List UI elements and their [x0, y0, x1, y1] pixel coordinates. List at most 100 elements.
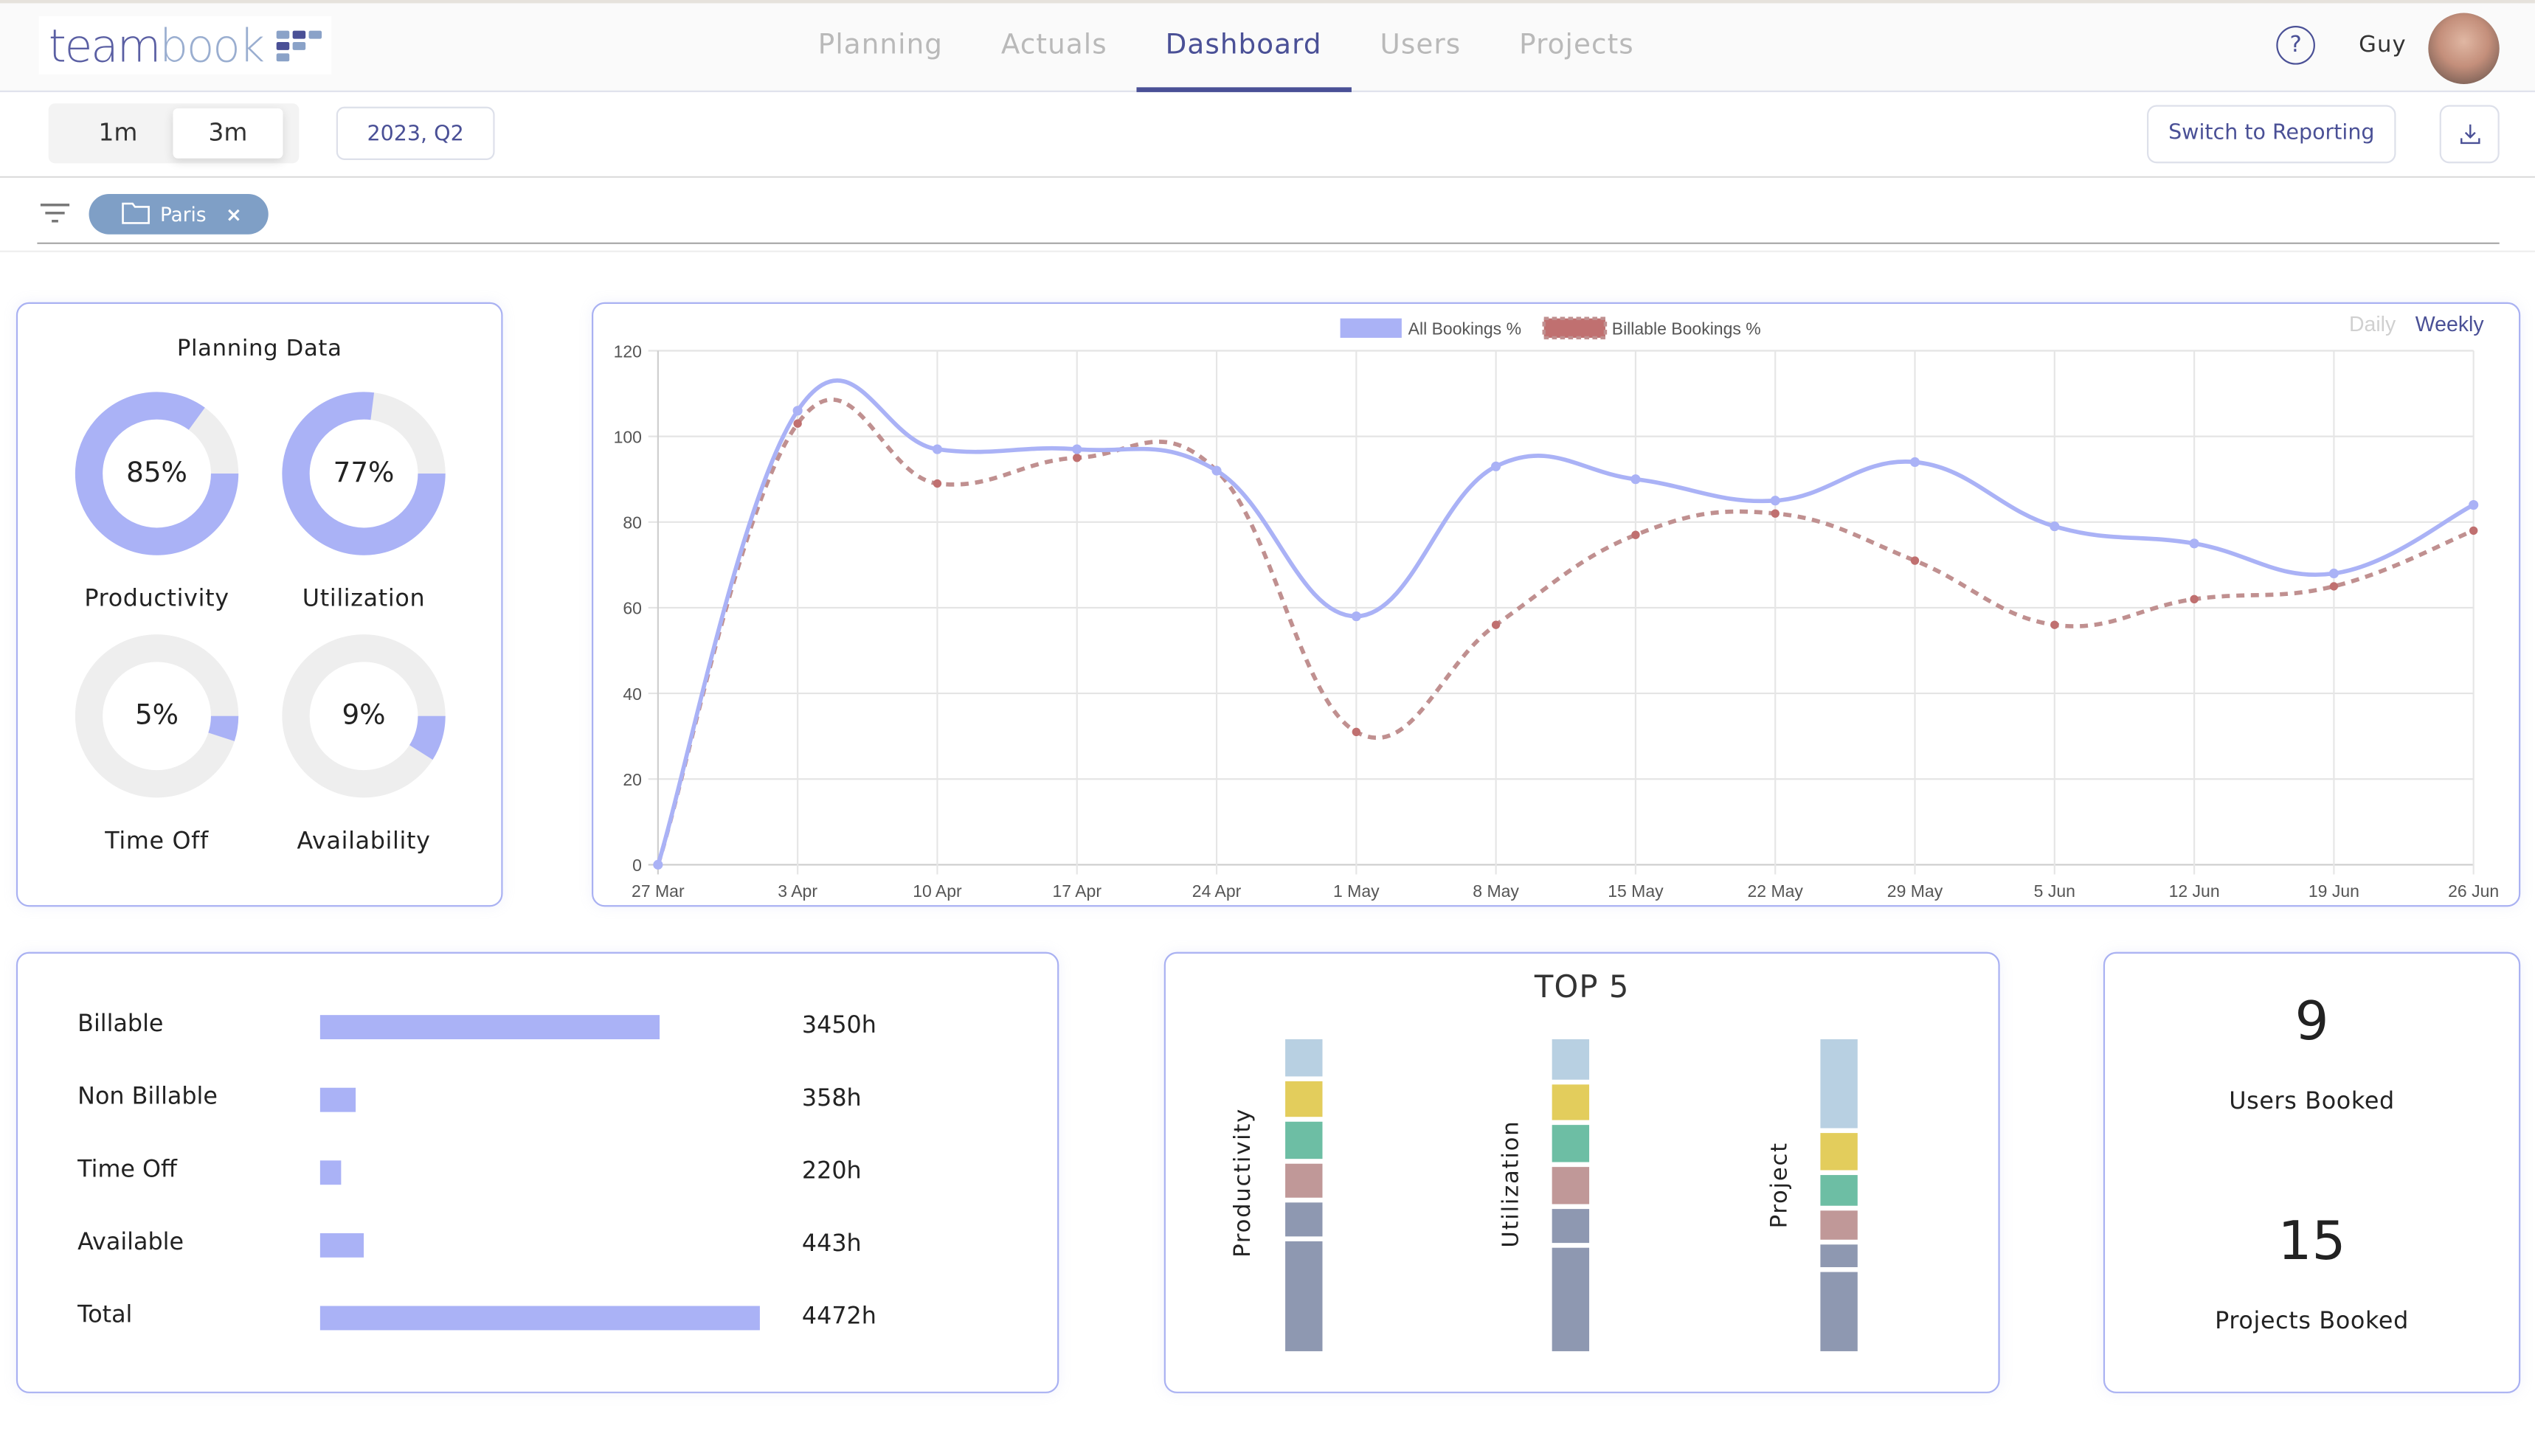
- data-point-billable-bookings[interactable]: [1910, 556, 1920, 565]
- logo-mark-icon: [276, 30, 322, 61]
- data-point-billable-bookings[interactable]: [2469, 526, 2478, 535]
- y-tick-label: 40: [623, 684, 642, 704]
- donut-availability-label: Availability: [297, 829, 431, 856]
- hours-label-billable: Billable: [77, 1011, 164, 1038]
- y-tick-label: 80: [623, 513, 642, 533]
- data-point-all-bookings[interactable]: [1351, 611, 1361, 622]
- top5-productivity-segment[interactable]: [1285, 1122, 1323, 1159]
- nav-tab-projects[interactable]: Projects: [1490, 0, 1664, 92]
- filter-icon[interactable]: [40, 202, 70, 225]
- data-point-all-bookings[interactable]: [1770, 496, 1780, 506]
- data-point-all-bookings[interactable]: [653, 859, 663, 870]
- data-point-all-bookings[interactable]: [932, 444, 943, 454]
- hours-bar-available: [319, 1233, 364, 1258]
- top5-label-project: Project: [1767, 1142, 1794, 1229]
- data-point-billable-bookings[interactable]: [793, 419, 802, 428]
- hours-bar-non-billable: [319, 1087, 356, 1112]
- legend-label-billable-bookings[interactable]: Billable Bookings %: [1612, 319, 1761, 339]
- download-icon: [2459, 124, 2480, 145]
- top5-utilization-segment[interactable]: [1552, 1167, 1590, 1204]
- top5-project-segment[interactable]: [1820, 1210, 1858, 1241]
- data-point-all-bookings[interactable]: [2469, 499, 2479, 510]
- legend-swatch-all-bookings[interactable]: [1340, 318, 1402, 338]
- teambook-logo[interactable]: team book: [38, 15, 331, 74]
- data-point-all-bookings[interactable]: [792, 406, 803, 416]
- hours-bar-time-off: [319, 1160, 342, 1185]
- nav-tab-users[interactable]: Users: [1351, 0, 1490, 92]
- donut-utilization-label: Utilization: [302, 586, 426, 613]
- remove-filter-icon[interactable]: ×: [226, 203, 242, 226]
- x-tick-label: 19 Jun: [2309, 881, 2359, 901]
- toggle-daily[interactable]: Daily: [2349, 313, 2396, 336]
- top5-utilization-segment[interactable]: [1552, 1208, 1590, 1244]
- users-booked-count: 9: [2294, 989, 2329, 1053]
- data-point-all-bookings[interactable]: [2328, 568, 2339, 579]
- top5-productivity-segment[interactable]: [1285, 1202, 1323, 1237]
- top5-project-segment[interactable]: [1820, 1245, 1858, 1266]
- top5-utilization-segment[interactable]: [1552, 1039, 1590, 1079]
- nav-tab-planning[interactable]: Planning: [789, 0, 972, 92]
- data-point-all-bookings[interactable]: [1909, 457, 1920, 468]
- top5-project-segment[interactable]: [1820, 1039, 1858, 1129]
- data-point-all-bookings[interactable]: [1630, 474, 1641, 485]
- top5-utilization-segment[interactable]: [1552, 1247, 1590, 1352]
- data-point-all-bookings[interactable]: [1491, 461, 1501, 471]
- data-point-all-bookings[interactable]: [2050, 521, 2060, 532]
- top5-project-segment[interactable]: [1820, 1271, 1858, 1351]
- hours-label-non-billable: Non Billable: [77, 1084, 218, 1111]
- data-point-billable-bookings[interactable]: [1771, 509, 1780, 518]
- donut-time-off-value: 5%: [134, 699, 179, 732]
- donut-utilization: 77%: [281, 391, 446, 556]
- legend-label-all-bookings[interactable]: All Bookings %: [1408, 319, 1521, 339]
- data-point-billable-bookings[interactable]: [2050, 620, 2059, 629]
- x-tick-label: 3 Apr: [778, 881, 817, 901]
- data-point-billable-bookings[interactable]: [1491, 620, 1501, 629]
- top5-productivity-segment[interactable]: [1285, 1241, 1323, 1351]
- data-point-all-bookings[interactable]: [1072, 444, 1082, 454]
- switch-to-reporting-button[interactable]: Switch to Reporting: [2147, 105, 2396, 164]
- data-point-billable-bookings[interactable]: [1073, 453, 1082, 462]
- data-point-billable-bookings[interactable]: [1352, 727, 1361, 737]
- data-point-all-bookings[interactable]: [2189, 538, 2199, 549]
- data-point-all-bookings[interactable]: [1211, 465, 1222, 476]
- user-avatar[interactable]: [2428, 13, 2500, 84]
- x-tick-label: 5 Jun: [2034, 881, 2075, 901]
- x-tick-label: 24 Apr: [1192, 881, 1242, 901]
- range-1m-button[interactable]: 1m: [61, 108, 174, 159]
- data-point-billable-bookings[interactable]: [1631, 530, 1640, 539]
- bookings-line-chart: 0 20 40 60 80 100 120 27 Mar 3 Apr 10 Apr 17 Apr 24…: [614, 313, 2500, 901]
- logo-text-team: team: [48, 18, 162, 72]
- data-point-billable-bookings[interactable]: [2190, 594, 2199, 604]
- help-icon[interactable]: ?: [2276, 26, 2315, 65]
- filter-chip-paris[interactable]: Paris ×: [89, 193, 269, 235]
- range-3m-button[interactable]: 3m: [173, 108, 283, 159]
- x-tick-label: 22 May: [1747, 881, 1803, 901]
- top5-productivity-segment[interactable]: [1285, 1039, 1323, 1076]
- main-nav: Planning Actuals Dashboard Users Project…: [789, 0, 1663, 92]
- hours-bar-total: [319, 1306, 760, 1331]
- top5-project-segment[interactable]: [1820, 1132, 1858, 1171]
- data-point-billable-bookings[interactable]: [2329, 582, 2339, 591]
- filter-input-underline[interactable]: [37, 242, 2500, 244]
- range-toggle: 1m 3m: [48, 103, 300, 164]
- data-point-billable-bookings[interactable]: [933, 479, 942, 488]
- y-tick-label: 0: [632, 856, 642, 875]
- nav-tab-dashboard[interactable]: Dashboard: [1136, 0, 1351, 92]
- donut-time-off-label: Time Off: [105, 829, 209, 856]
- top5-productivity-segment[interactable]: [1285, 1081, 1323, 1118]
- top5-productivity-segment[interactable]: [1285, 1164, 1323, 1198]
- logo-text-book: book: [159, 18, 265, 72]
- users-booked-label: Users Booked: [2229, 1089, 2395, 1115]
- top5-utilization-segment[interactable]: [1552, 1125, 1590, 1162]
- period-selector[interactable]: 2023, Q2: [336, 106, 495, 160]
- hours-label-total: Total: [77, 1303, 133, 1329]
- top5-utilization-segment[interactable]: [1552, 1084, 1590, 1120]
- user-name[interactable]: Guy: [2359, 32, 2407, 58]
- filter-chip-label: Paris: [159, 203, 207, 226]
- hours-bar-billable: [319, 1015, 660, 1040]
- download-button[interactable]: [2439, 105, 2500, 164]
- toggle-weekly[interactable]: Weekly: [2415, 313, 2485, 336]
- legend-swatch-billable-bookings[interactable]: [1542, 316, 1608, 340]
- top5-project-segment[interactable]: [1820, 1174, 1858, 1205]
- nav-tab-actuals[interactable]: Actuals: [972, 0, 1136, 92]
